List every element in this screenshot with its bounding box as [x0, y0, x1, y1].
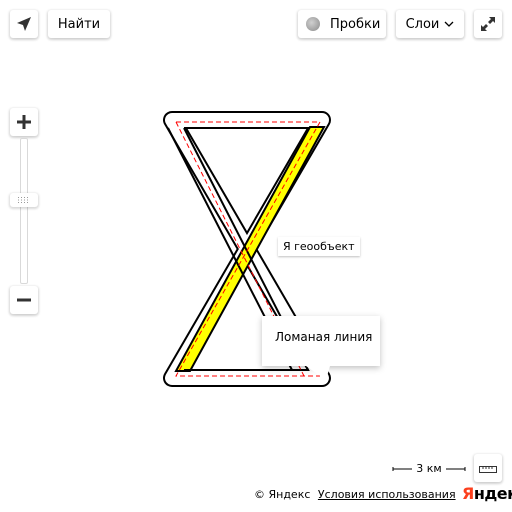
zoom-in-button[interactable]	[10, 108, 38, 136]
zoom-slider-track[interactable]	[20, 138, 28, 284]
zoom-out-button[interactable]	[10, 286, 38, 314]
yandex-logo[interactable]: Яндекс	[462, 484, 512, 503]
chevron-down-icon	[444, 21, 454, 27]
expand-icon	[481, 17, 495, 31]
logo-rest: ндекс	[473, 484, 512, 503]
grip-icon	[18, 197, 28, 203]
polyline-balloon[interactable]: Ломаная линия	[262, 316, 380, 366]
scale-label: 3 км	[416, 461, 442, 475]
logo-first-letter: Я	[462, 484, 474, 503]
minus-icon	[17, 298, 31, 302]
terms-link[interactable]: Условия использования	[318, 488, 456, 501]
layers-button[interactable]: Слои	[396, 10, 464, 38]
location-arrow-icon	[17, 17, 31, 31]
geoobject-hint: Я геообъект	[278, 237, 360, 256]
traffic-button[interactable]: Пробки	[298, 10, 386, 38]
traffic-light-icon	[306, 17, 320, 31]
copyright: © Яндекс Условия использования	[254, 488, 456, 501]
map-canvas[interactable]	[0, 0, 512, 512]
balloon-text: Ломаная линия	[275, 330, 373, 344]
zoom-slider-handle[interactable]	[10, 193, 38, 207]
balloon-tail	[306, 366, 330, 380]
ruler-button[interactable]	[474, 454, 502, 482]
copyright-text: © Яндекс	[254, 488, 311, 501]
layers-button-label: Слои	[405, 16, 440, 32]
search-button[interactable]: Найти	[48, 10, 110, 38]
plus-icon	[17, 115, 31, 129]
ruler-icon	[479, 466, 497, 473]
fullscreen-button[interactable]	[474, 10, 502, 38]
geolocation-button[interactable]	[10, 10, 38, 38]
search-button-label: Найти	[57, 16, 101, 32]
traffic-button-label: Пробки	[330, 16, 381, 32]
